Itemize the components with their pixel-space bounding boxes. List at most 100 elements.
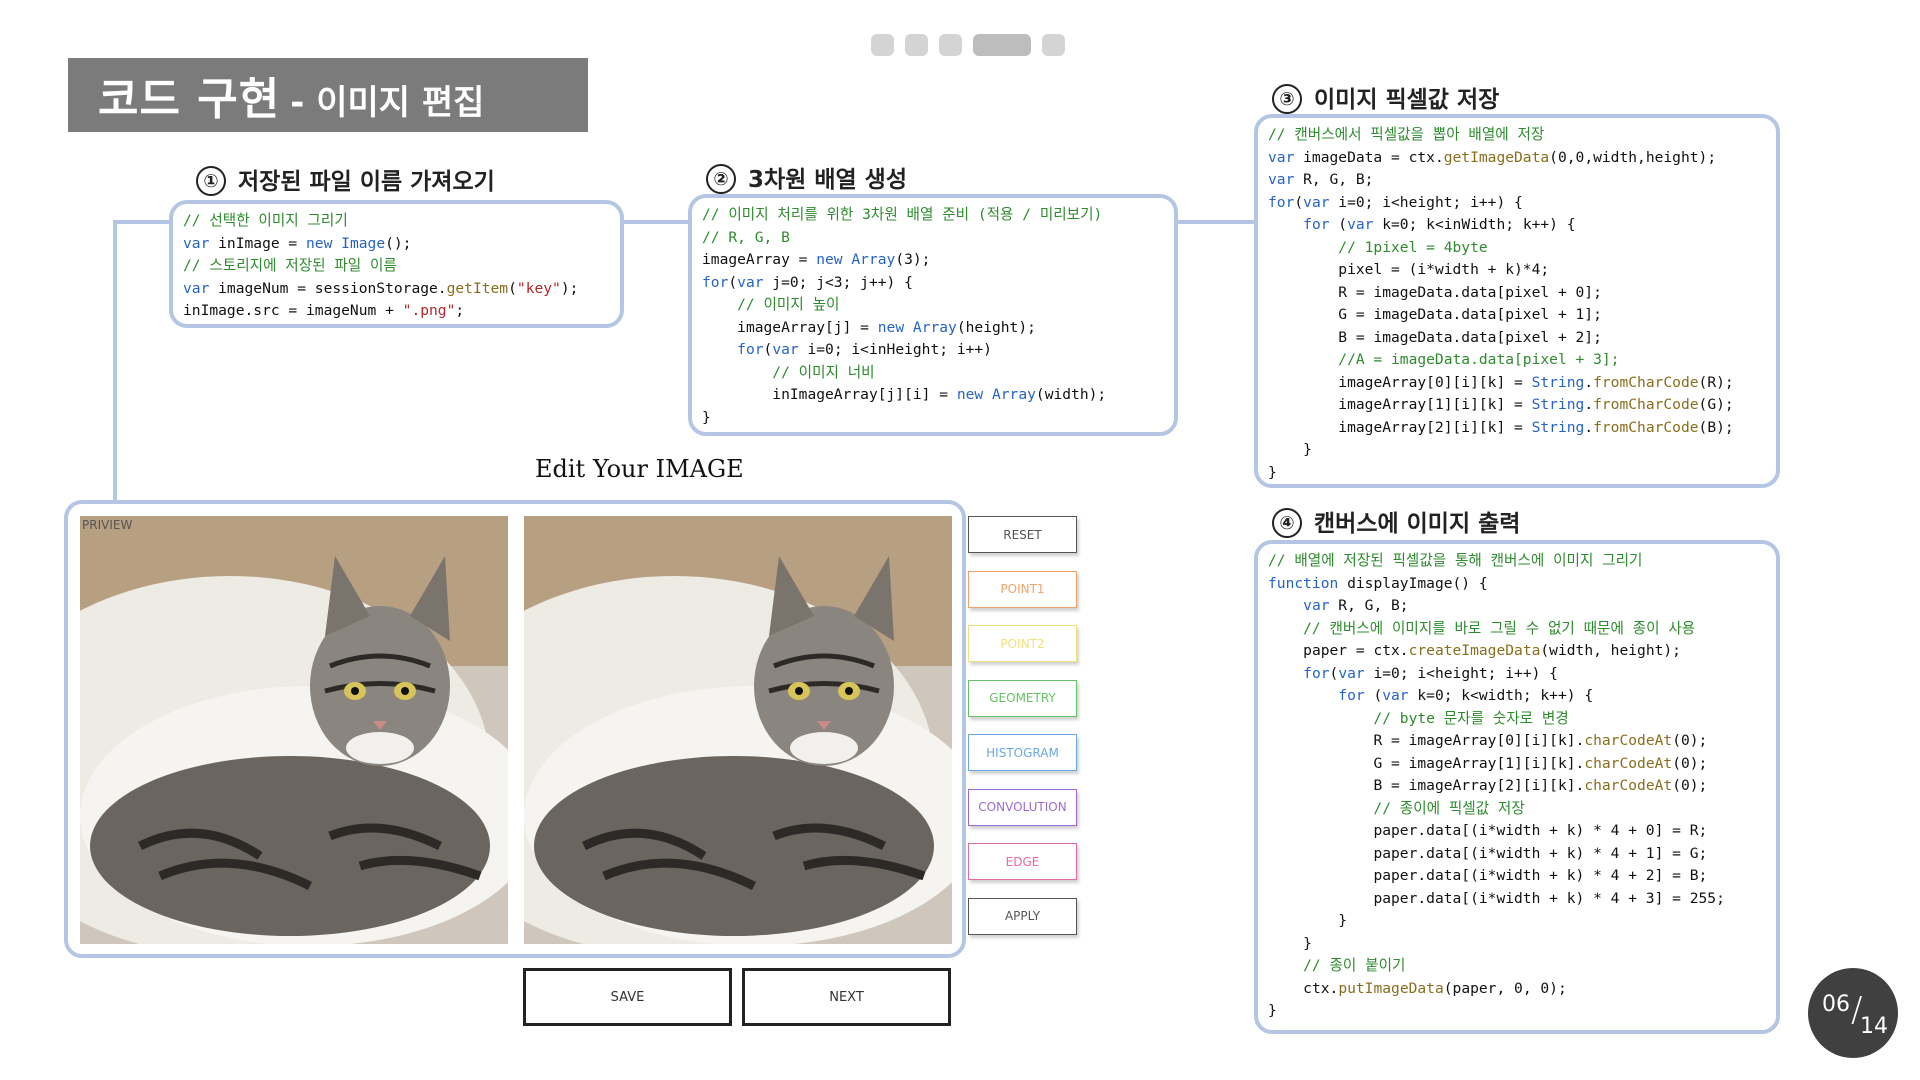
connector-line: [113, 220, 171, 224]
apply-button[interactable]: APPLY: [968, 897, 1077, 935]
section-number: ①: [196, 166, 226, 196]
section-title: 캔버스에 이미지 출력: [1314, 511, 1521, 537]
code-line: imageArray = new Array(3);: [702, 251, 931, 268]
code-line: // 선택한 이미지 그리기: [183, 212, 348, 229]
section-number: ④: [1272, 508, 1302, 538]
code-line: }: [1303, 934, 1312, 952]
title-sub: - 이미지 편집: [290, 82, 485, 123]
page-total: 14: [1860, 1014, 1888, 1039]
edge-button[interactable]: EDGE: [968, 843, 1077, 880]
code-line: imageArray[j] = new Array(height);: [737, 318, 1036, 336]
code-line: for (var k=0; k<width; k++) {: [1338, 687, 1594, 704]
code-line: paper = ctx.createImageData(width, heigh…: [1303, 642, 1681, 659]
histogram-button[interactable]: HISTOGRAM: [968, 734, 1077, 771]
code-line: }: [702, 408, 711, 426]
code-block-3d-array: // 이미지 처리를 위한 3차원 배열 준비 (적용 / 미리보기) // R,…: [688, 194, 1178, 436]
code-line: var R, G, B;: [1268, 171, 1374, 188]
page-current: 06: [1822, 992, 1850, 1017]
code-block-file-name: // 선택한 이미지 그리기 var inImage = new Image();…: [169, 200, 624, 328]
next-button[interactable]: NEXT: [742, 968, 951, 1026]
code-line: R = imageArray[0][i][k].charCodeAt(0);: [1373, 732, 1708, 749]
code-line: }: [1338, 912, 1348, 929]
code-line: G = imageArray[1][i][k].charCodeAt(0);: [1373, 754, 1708, 772]
pager-dot[interactable]: [905, 34, 928, 56]
section-title: 3차원 배열 생성: [748, 167, 907, 193]
code-line: // 이미지 너비: [702, 363, 875, 381]
code-line: for(var i=0; i<height; i++) {: [1268, 193, 1523, 211]
code-line: }: [1268, 1002, 1277, 1019]
code-line: inImageArray[j][i] = new Array(width);: [772, 386, 1107, 403]
code-line: // 1pixel = 4byte: [1268, 238, 1488, 256]
page-counter: 06 / 14: [1808, 968, 1898, 1058]
section-title: 이미지 픽셀값 저장: [1314, 87, 1500, 113]
code-line: // 캔버스에 이미지를 바로 그릴 수 없기 때문에 종이 사용: [1268, 619, 1696, 637]
preview-image-original: [80, 516, 508, 944]
code-text: // 캔버스에서 픽셀값을 뽑아 배열에 저장 var imageData = c…: [1268, 124, 1766, 484]
convolution-button[interactable]: CONVOLUTION: [968, 788, 1077, 826]
code-line: var R, G, B;: [1303, 597, 1409, 614]
section-4-heading: ④ 캔버스에 이미지 출력: [1272, 504, 1520, 538]
code-line: // 배열에 저장된 픽셀값을 통해 캔버스에 이미지 그리기: [1268, 552, 1643, 569]
title-main: 코드 구현: [98, 74, 281, 125]
point2-button[interactable]: POINT2: [968, 625, 1077, 662]
section-3-heading: ③ 이미지 픽셀값 저장: [1272, 80, 1499, 114]
code-text: // 배열에 저장된 픽셀값을 통해 캔버스에 이미지 그리기 function …: [1268, 550, 1766, 1023]
geometry-button[interactable]: GEOMETRY: [968, 679, 1077, 717]
code-line: for (var k=0; k<inWidth; k++) {: [1303, 216, 1576, 233]
code-text: // 이미지 처리를 위한 3차원 배열 준비 (적용 / 미리보기) // R,…: [702, 204, 1164, 429]
pager-dot[interactable]: [871, 34, 894, 56]
pager-dot-active[interactable]: [973, 34, 1031, 56]
code-line: function displayImage() {: [1268, 574, 1488, 592]
code-line: imageArray[1][i][k] = String.fromCharCod…: [1338, 396, 1734, 413]
code-line: // 이미지 처리를 위한 3차원 배열 준비 (적용 / 미리보기): [702, 206, 1103, 223]
pager-dot[interactable]: [939, 34, 962, 56]
code-line: var imageNum = sessionStorage.getItem("k…: [183, 279, 579, 297]
point1-button[interactable]: POINT1: [968, 570, 1077, 608]
code-line: for(var i=0; i<height; i++) {: [1303, 664, 1558, 682]
preview-panel: PRIVIEW: [64, 500, 966, 958]
code-block-display-image: // 배열에 저장된 픽셀값을 통해 캔버스에 이미지 그리기 function …: [1254, 540, 1780, 1034]
preview-image-result: [524, 516, 952, 944]
code-line: inImage.src = imageNum + ".png";: [183, 302, 465, 319]
code-line: B = imageArray[2][i][k].charCodeAt(0);: [1373, 777, 1708, 794]
code-line: // 캔버스에서 픽셀값을 뽑아 배열에 저장: [1268, 126, 1545, 143]
pager-dot[interactable]: [1042, 34, 1065, 56]
preview-label: PRIVIEW: [82, 518, 133, 532]
section-title: 저장된 파일 이름 가져오기: [238, 169, 495, 195]
section-1-heading: ① 저장된 파일 이름 가져오기: [196, 162, 495, 196]
code-line: // R, G, B: [702, 228, 790, 246]
code-line: pixel = (i*width + k)*4;: [1338, 261, 1550, 278]
code-line: // 종이에 픽셀값 저장: [1268, 799, 1525, 817]
code-line: paper.data[(i*width + k) * 4 + 0] = R;: [1373, 822, 1708, 839]
section-number: ③: [1272, 84, 1302, 114]
code-line: ctx.putImageData(paper, 0, 0);: [1303, 979, 1567, 997]
reset-button[interactable]: RESET: [968, 516, 1077, 553]
code-line: //A = imageData.data[pixel + 3];: [1268, 351, 1620, 368]
section-2-heading: ② 3차원 배열 생성: [706, 160, 907, 194]
code-line: }: [1268, 463, 1277, 481]
code-line: for(var i=0; i<inHeight; i++): [737, 341, 992, 358]
code-line: imageArray[0][i][k] = String.fromCharCod…: [1338, 373, 1734, 391]
code-line: for(var j=0; j<3; j++) {: [702, 273, 913, 291]
code-line: imageArray[2][i][k] = String.fromCharCod…: [1338, 418, 1734, 436]
code-line: G = imageData.data[pixel + 1];: [1338, 306, 1602, 323]
connector-line: [113, 220, 117, 505]
code-line: B = imageData.data[pixel + 2];: [1338, 328, 1602, 346]
code-block-pixel-store: // 캔버스에서 픽셀값을 뽑아 배열에 저장 var imageData = c…: [1254, 114, 1780, 488]
code-line: // 스토리지에 저장된 파일 이름: [183, 257, 397, 274]
code-line: }: [1303, 441, 1312, 458]
slide-pager: [871, 34, 1065, 56]
slide-title: 코드 구현 - 이미지 편집: [68, 58, 588, 132]
code-line: paper.data[(i*width + k) * 4 + 1] = G;: [1373, 844, 1708, 862]
code-line: paper.data[(i*width + k) * 4 + 2] = B;: [1373, 867, 1708, 884]
code-text: // 선택한 이미지 그리기 var inImage = new Image();…: [183, 210, 610, 323]
code-line: var imageData = ctx.getImageData(0,0,wid…: [1268, 148, 1717, 166]
section-number: ②: [706, 164, 736, 194]
connector-line: [622, 220, 690, 224]
code-line: var inImage = new Image();: [183, 234, 412, 252]
code-line: // byte 문자를 숫자로 변경: [1268, 709, 1569, 727]
code-line: R = imageData.data[pixel + 0];: [1338, 283, 1602, 301]
save-button[interactable]: SAVE: [523, 968, 732, 1026]
code-line: // 종이 붙이기: [1268, 957, 1406, 974]
editor-heading: Edit Your IMAGE: [535, 455, 744, 483]
